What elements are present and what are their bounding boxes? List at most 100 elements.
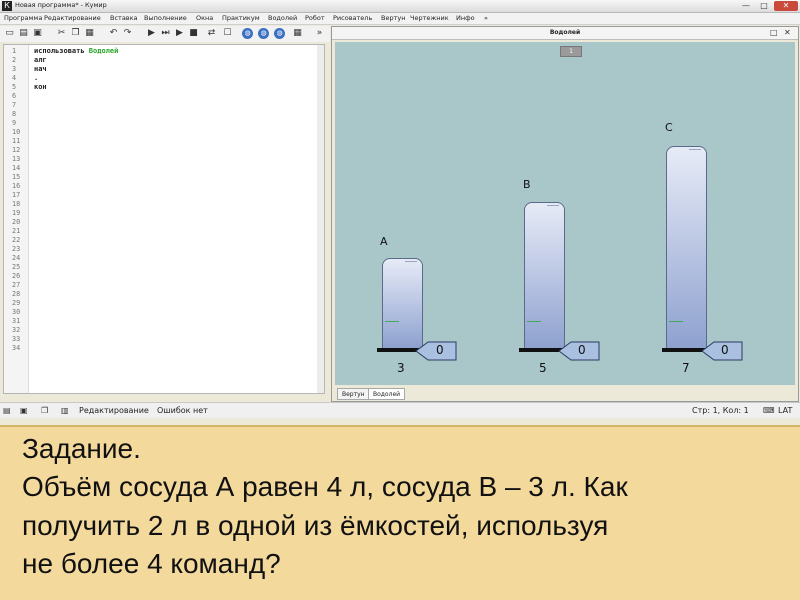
- line-number: 29: [12, 299, 21, 307]
- trash-icon[interactable]: ▥: [61, 406, 69, 415]
- cut-icon[interactable]: ✂: [56, 28, 67, 39]
- copy-output-icon[interactable]: ❐: [41, 406, 48, 415]
- menu-windows[interactable]: Окна: [196, 14, 213, 22]
- menu-draftsman[interactable]: Чертежник: [410, 14, 449, 22]
- new-file-icon[interactable]: ▭: [4, 28, 15, 39]
- line-number: 2: [12, 56, 17, 64]
- status-position: Стр: 1, Кол: 1: [692, 406, 749, 415]
- line-number: 27: [12, 281, 21, 289]
- toolbar: ▭ ▤ ▣ ✂ ❐ ▦ ↶ ↷ ▶ ⏭ ▶ ■ ⇄ ☐ ◍ ◍ ◍ ▦ »: [0, 26, 330, 42]
- vessel-b-top-mark: [547, 205, 559, 206]
- vessel-a-label: A: [380, 235, 388, 248]
- output-icon[interactable]: ▤: [3, 406, 11, 415]
- more-icon[interactable]: ▦: [292, 28, 303, 39]
- menu-insert[interactable]: Вставка: [110, 14, 138, 22]
- line-number: 26: [12, 272, 21, 280]
- vessel-a[interactable]: [382, 258, 423, 349]
- redo-icon[interactable]: ↷: [122, 28, 133, 39]
- line-number: 16: [12, 182, 21, 190]
- code-line-5[interactable]: кон: [34, 83, 47, 91]
- menu-vodoley[interactable]: Водолей: [268, 14, 297, 22]
- panel-close-icon[interactable]: ✕: [784, 28, 791, 37]
- task-heading: Задание.: [22, 433, 141, 464]
- paste-icon[interactable]: ▦: [84, 28, 95, 39]
- line-number: 22: [12, 236, 21, 244]
- menu-run[interactable]: Выполнение: [144, 14, 187, 22]
- vessel-a-capacity: 3: [397, 361, 405, 375]
- line-number: 23: [12, 245, 21, 253]
- close-button[interactable]: ✕: [774, 1, 798, 11]
- line-number: 1: [12, 47, 17, 55]
- line-number: 10: [12, 128, 21, 136]
- tab-vertun[interactable]: Вертун: [337, 388, 370, 400]
- menu-program[interactable]: Программа: [4, 14, 42, 22]
- status-keyboard: LAT: [778, 406, 793, 415]
- code-editor[interactable]: 1 2 3 4 5 6 7 8 9 10 11 12 13 14 15 16 17 18 19 20 21 22 23 24 2…: [3, 44, 325, 394]
- title-bar: К Новая программа* - Кумир — □ ✕: [0, 0, 800, 13]
- step-into-icon[interactable]: ▶: [174, 28, 185, 39]
- line-number: 34: [12, 344, 21, 352]
- page-indicator[interactable]: 1: [560, 46, 582, 57]
- run-icon[interactable]: ▶: [146, 28, 157, 39]
- menu-more[interactable]: »: [484, 14, 488, 22]
- chevron-right-icon[interactable]: »: [314, 28, 325, 39]
- status-bar: ▤ ▣ ❐ ▥ Редактирование Ошибок нет Стр: 1…: [0, 402, 800, 418]
- vessel-c-level-mark: [669, 321, 683, 322]
- step-icon[interactable]: ⏭: [160, 28, 171, 39]
- menu-edit[interactable]: Редактирование: [44, 14, 101, 22]
- vessel-a-top-mark: [405, 261, 417, 262]
- code-line-4[interactable]: .: [34, 74, 38, 82]
- vessel-b[interactable]: [524, 202, 565, 349]
- menu-info[interactable]: Инфо: [456, 14, 475, 22]
- line-number: 5: [12, 83, 17, 91]
- maximize-button[interactable]: □: [756, 1, 772, 11]
- line-number: 8: [12, 110, 17, 118]
- window-title: Новая программа* - Кумир: [15, 1, 107, 9]
- stop-icon[interactable]: ■: [188, 28, 199, 39]
- vessel-c[interactable]: [666, 146, 707, 349]
- task-box: Задание. Объём сосуда А равен 4 л, сосуд…: [0, 425, 800, 600]
- line-number: 31: [12, 317, 21, 325]
- line-number-gutter: 1 2 3 4 5 6 7 8 9 10 11 12 13 14 15 16 17 18 19 20 21 22 23 24 2…: [4, 45, 29, 393]
- line-number: 20: [12, 218, 21, 226]
- vessel-c-label: C: [665, 121, 673, 134]
- line-number: 6: [12, 92, 17, 100]
- line-number: 32: [12, 326, 21, 334]
- empty-icon[interactable]: ☐: [222, 28, 233, 39]
- task-line-2: получить 2 л в одной из ёмкостей, исполь…: [22, 510, 609, 541]
- tab-vodoley[interactable]: Водолей: [368, 388, 406, 400]
- line-number: 12: [12, 146, 21, 154]
- vessel-c-fill: 0: [721, 343, 729, 357]
- code-line-2[interactable]: алг: [34, 56, 47, 64]
- save-icon[interactable]: ▣: [32, 28, 43, 39]
- switch-icon[interactable]: ⇄: [206, 28, 217, 39]
- globe3-icon[interactable]: ◍: [274, 28, 285, 39]
- editor-scrollbar[interactable]: [317, 45, 324, 393]
- minimize-button[interactable]: —: [738, 1, 754, 11]
- status-errors: Ошибок нет: [157, 406, 208, 415]
- line-number: 28: [12, 290, 21, 298]
- menu-vertun[interactable]: Вертун: [381, 14, 405, 22]
- line-number: 17: [12, 191, 21, 199]
- menu-bar: Программа Редактирование Вставка Выполне…: [0, 13, 800, 25]
- line-number: 24: [12, 254, 21, 262]
- panel-float-icon[interactable]: □: [770, 28, 778, 37]
- open-file-icon[interactable]: ▤: [18, 28, 29, 39]
- menu-practicum[interactable]: Практикум: [222, 14, 260, 22]
- menu-drawer[interactable]: Рисователь: [333, 14, 372, 22]
- status-mode: Редактирование: [79, 406, 149, 415]
- vodoley-canvas: 1 A 0 3 B 0 5 C 0 7: [335, 42, 795, 385]
- panel-tabs: Вертун Водолей: [335, 387, 795, 401]
- globe-icon[interactable]: ◍: [242, 28, 253, 39]
- code-line-3[interactable]: нач: [34, 65, 47, 73]
- module-name: Водолей: [88, 47, 119, 55]
- line-number: 3: [12, 65, 17, 73]
- printer-icon[interactable]: ▣: [20, 406, 28, 415]
- copy-icon[interactable]: ❐: [70, 28, 81, 39]
- globe2-icon[interactable]: ◍: [258, 28, 269, 39]
- menu-robot[interactable]: Робот: [305, 14, 325, 22]
- code-line-1[interactable]: использовать Водолей: [34, 47, 118, 55]
- line-number: 30: [12, 308, 21, 316]
- vessel-b-level-mark: [527, 321, 541, 322]
- undo-icon[interactable]: ↶: [108, 28, 119, 39]
